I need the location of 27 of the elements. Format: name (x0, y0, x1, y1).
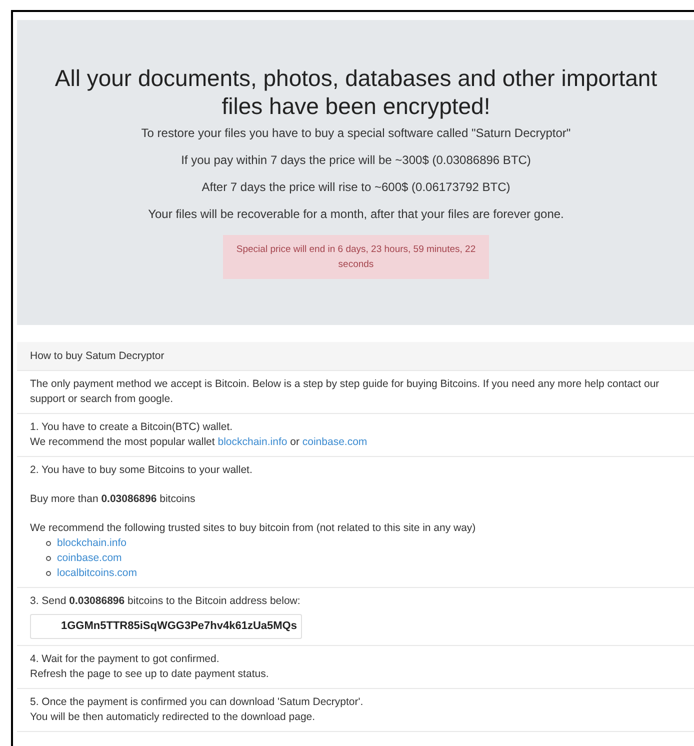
guide-text: The only payment method we accept is Bitcoin. Below is a step by step guide for buying Bitcoins. If you need any more help contact our support or search from google. (30, 377, 660, 407)
guide-header: How to buy Satum Decryptor (17, 342, 694, 371)
guide-text: 3. Send 0.03086896 bitcoins to the Bitcoin address below: (30, 594, 302, 609)
headline: All your documents, photos, databases and other important files have been encrypted! (54, 64, 658, 120)
link[interactable]: coinbase.com (57, 551, 122, 566)
bullet-icon (46, 571, 51, 576)
link[interactable]: coinbase.com (302, 436, 368, 448)
guide-text: 1. You have to create a Bitcoin(BTC) wallet. (30, 420, 234, 435)
guide-text: Refresh the page to see up to date payment status. (30, 666, 270, 682)
notice-text: After 7 days the price will rise to ~600$ (0.06173792 BTC) (202, 179, 510, 196)
guide-text: We recommend the most popular wallet blockchain.info or coinbase.com (30, 435, 368, 450)
guide-text: 2. You have to buy some Bitcoins to your wallet. (30, 463, 254, 478)
notice-text: Your files will be recoverable for a month, after that your files are forever gone. (148, 206, 564, 223)
countdown-alert: Special price will end in 6 days, 23 hours, 59 minutes, 22 seconds (223, 235, 489, 279)
link[interactable]: blockchain.info (218, 436, 288, 448)
guide-text: 4. Wait for the payment to got confirmed. (30, 652, 220, 666)
notice-text: If you pay within 7 days the price will be ~300$ (0.03086896 BTC) (181, 152, 531, 169)
bullet-icon (46, 556, 51, 561)
link[interactable]: blockchain.info (57, 536, 126, 551)
bullet-icon (46, 541, 51, 546)
link[interactable]: localbitcoins.com (57, 566, 137, 581)
notice-text: To restore your files you have to buy a special software called "Saturn Decryptor" (141, 125, 571, 142)
address-field[interactable]: 1GGMn5TTR85iSqWGG3Pe7hv4k61zUa5MQs (30, 614, 302, 638)
guide-text: We recommend the following trusted sites to buy bitcoin from (not related to this site in any way) (30, 521, 477, 536)
guide-text: 5. Once the payment is confirmed you can download 'Satum Decryptor'. (30, 694, 364, 710)
guide-text: Buy more than 0.03086896 bitcoins (30, 492, 196, 507)
guide-text: You will be then automaticly redirected to the download page. (30, 710, 316, 724)
